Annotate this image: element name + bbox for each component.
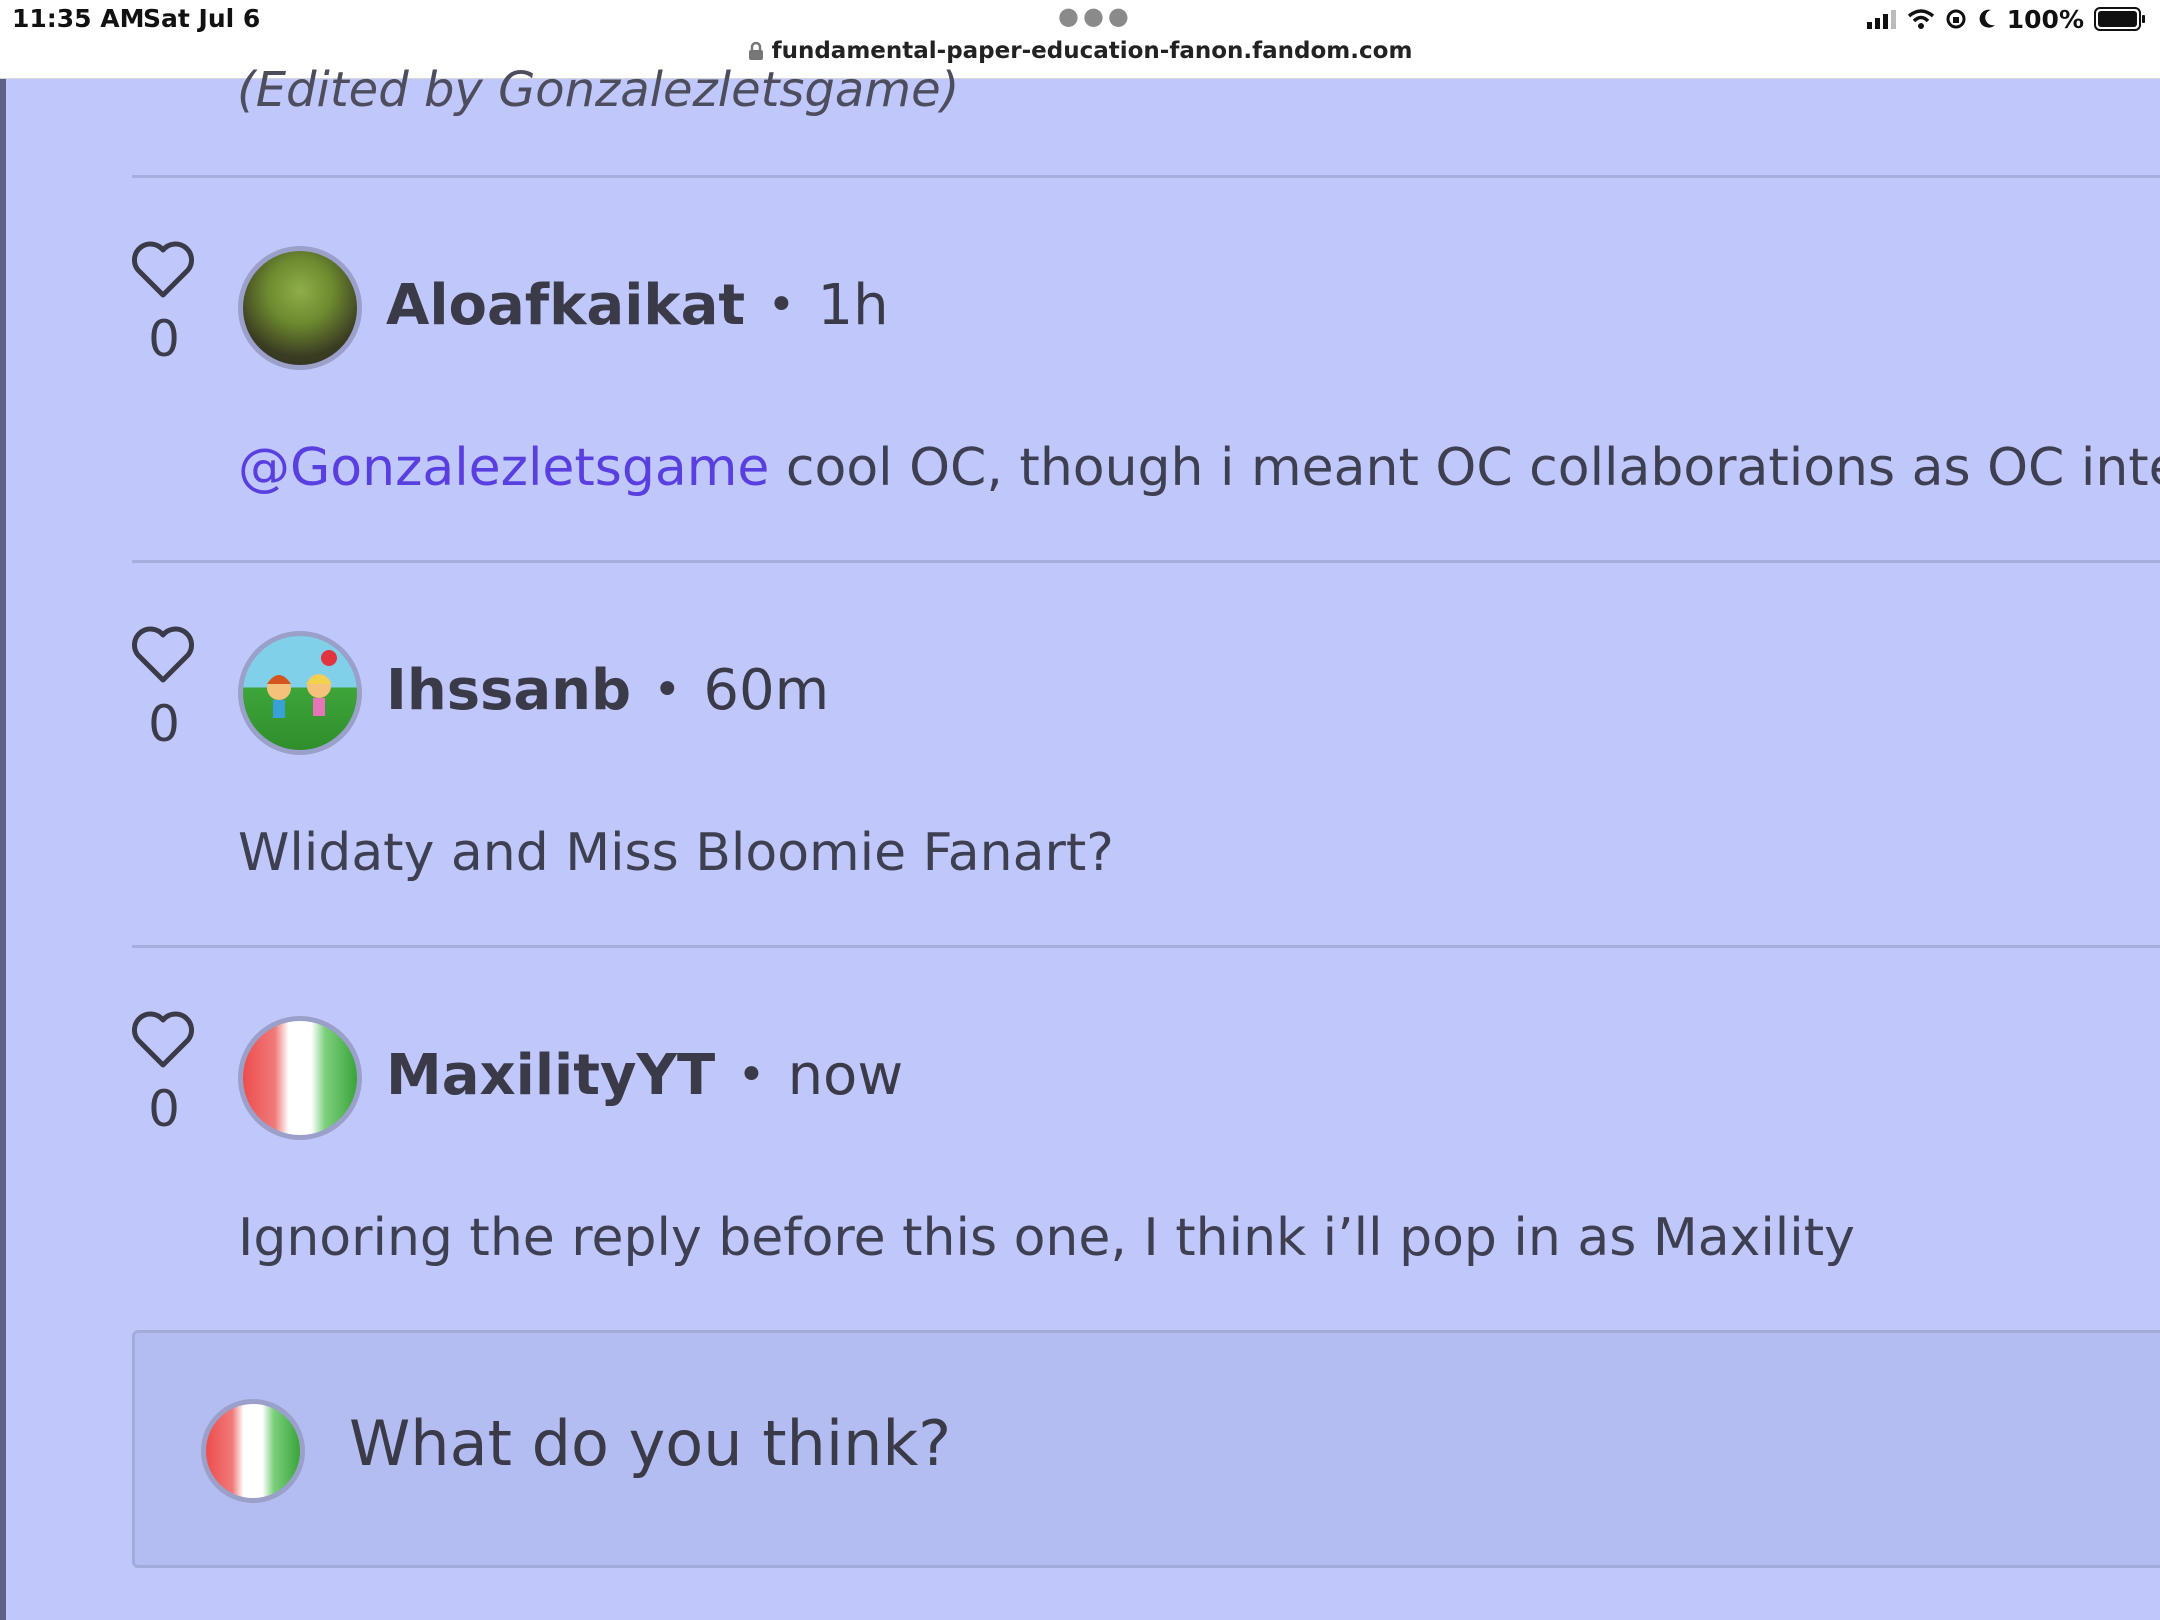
comment-time: 60m	[703, 657, 830, 723]
author-name[interactable]: Aloafkaikat	[386, 273, 745, 338]
avatar[interactable]	[238, 1016, 362, 1140]
like-count: 0	[148, 695, 180, 753]
heart-outline-icon[interactable]	[130, 1010, 196, 1070]
address-bar[interactable]: fundamental-paper-education-fanon.fandom…	[0, 38, 2160, 64]
status-date: Sat Jul 6	[143, 4, 261, 33]
avatar[interactable]	[238, 631, 362, 755]
moon-icon	[1979, 9, 1995, 28]
comment-item: 0 MaxilityYT • now Ignoring the reply be…	[0, 1010, 2160, 1290]
more-dots-icon[interactable]: ●●●	[1058, 2, 1133, 30]
heart-outline-icon[interactable]	[130, 240, 196, 300]
rotation-lock-icon	[1946, 9, 1966, 29]
wifi-icon	[1907, 9, 1934, 29]
comment-header: Ihssanb • 60m	[386, 655, 829, 725]
comment-body: @Gonzalezletsgame cool OC, though i mean…	[238, 438, 2160, 498]
comment-body: Wlidaty and Miss Bloomie Fanart?	[238, 823, 1114, 883]
author-name[interactable]: MaxilityYT	[386, 1043, 715, 1108]
cellular-signal-icon	[1866, 10, 1896, 29]
reply-composer[interactable]: What do you think?	[132, 1330, 2160, 1568]
avatar-illustration	[267, 650, 337, 718]
author-name[interactable]: Ihssanb	[386, 658, 631, 723]
composer-placeholder: What do you think?	[349, 1407, 952, 1480]
separator-dot: •	[737, 1047, 766, 1103]
comment-item: 0 Ihssanb • 60m Wlidaty and Miss Bloomie…	[0, 625, 2160, 905]
comment-header: MaxilityYT • now	[386, 1040, 903, 1110]
battery-icon	[2094, 7, 2145, 31]
avatar	[201, 1399, 305, 1503]
avatar[interactable]	[238, 246, 362, 370]
battery-percent: 100%	[2006, 4, 2084, 34]
comment-divider	[132, 945, 2160, 948]
heart-outline-icon[interactable]	[130, 625, 196, 685]
comment-time: 1h	[817, 272, 889, 338]
like-count: 0	[148, 1080, 180, 1138]
url-text: fundamental-paper-education-fanon.fandom…	[771, 38, 1413, 64]
like-count: 0	[148, 310, 180, 368]
status-time: 11:35 AM	[12, 4, 145, 33]
comment-text: cool OC, though i meant OC collaboration…	[769, 438, 2160, 498]
separator-dot: •	[767, 277, 796, 333]
edited-note: (Edited by Gonzalezletsgame)	[237, 62, 960, 118]
comment-item: 0 Aloafkaikat • 1h @Gonzalezletsgame coo…	[0, 240, 2160, 520]
comment-header: Aloafkaikat • 1h	[386, 270, 889, 340]
separator-dot: •	[653, 662, 682, 718]
lock-icon	[748, 41, 763, 60]
user-mention[interactable]: @Gonzalezletsgame	[238, 438, 769, 498]
comment-time: now	[787, 1042, 904, 1108]
comment-body: Ignoring the reply before this one, I th…	[238, 1208, 1855, 1268]
comment-divider	[132, 560, 2160, 563]
comment-divider	[132, 175, 2160, 178]
comment-text: Ignoring the reply before this one, I th…	[238, 1208, 1855, 1268]
status-icons: 100%	[1866, 4, 2146, 34]
comment-text: Wlidaty and Miss Bloomie Fanart?	[238, 823, 1114, 883]
